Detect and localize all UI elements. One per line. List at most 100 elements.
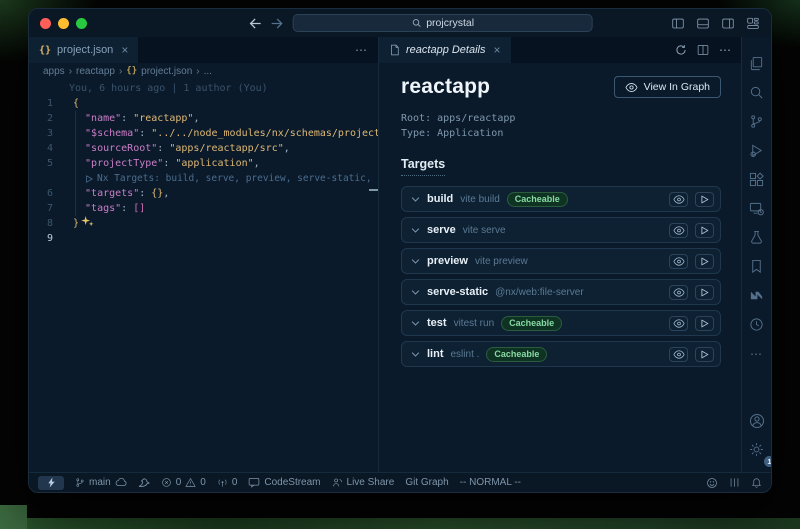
tab-project-json[interactable]: {} project.json ×: [29, 37, 139, 63]
code-line: 1{: [29, 96, 378, 111]
target-command: vite preview: [475, 256, 528, 267]
view-in-graph-button[interactable]: View In Graph: [614, 76, 721, 98]
cloud-sync-icon: [115, 478, 127, 487]
remote-indicator[interactable]: [38, 476, 64, 490]
target-row[interactable]: buildvite buildCacheable: [401, 186, 721, 212]
line-number: [29, 81, 65, 96]
target-command: @nx/web:file-server: [495, 287, 584, 298]
bookmarks-icon[interactable]: [742, 252, 771, 281]
zoom-window-button[interactable]: [76, 18, 87, 29]
target-row[interactable]: servevite serve: [401, 217, 721, 243]
run-target-button[interactable]: [695, 254, 714, 269]
toggle-panel-icon[interactable]: [696, 17, 710, 30]
view-target-button[interactable]: [669, 285, 688, 300]
settings-gear-icon[interactable]: 1: [742, 435, 771, 464]
problems-status[interactable]: 0 0: [161, 477, 206, 488]
command-center-search[interactable]: projcrystal: [293, 14, 593, 32]
columns-icon[interactable]: [729, 477, 740, 488]
split-editor-icon[interactable]: [697, 44, 709, 56]
toggle-sidebar-icon[interactable]: [671, 17, 685, 30]
close-tab-icon[interactable]: ×: [121, 43, 128, 57]
search-icon: [411, 18, 421, 28]
search-icon[interactable]: [742, 78, 771, 107]
tab-reactapp-details[interactable]: reactapp Details ×: [379, 37, 512, 63]
cacheable-badge: Cacheable: [501, 316, 562, 331]
chevron-down-icon[interactable]: [411, 320, 420, 327]
chevron-down-icon[interactable]: [411, 289, 420, 296]
desktop-wallpaper: projcrystal {} project.json × ⋯: [0, 0, 800, 529]
codelens-line[interactable]: Nx Targets: build, serve, preview, serve…: [29, 171, 378, 186]
ports-status[interactable]: 0: [217, 477, 238, 488]
code-editor[interactable]: You, 6 hours ago | 1 author (You)1{2 "na…: [29, 79, 378, 472]
breadcrumb-item[interactable]: reactapp: [76, 66, 115, 77]
project-root: Root: apps/reactapp: [401, 111, 729, 126]
close-tab-icon[interactable]: ×: [494, 43, 501, 57]
target-row[interactable]: testvitest runCacheable: [401, 310, 721, 336]
eye-icon: [625, 82, 638, 93]
tab-label: project.json: [57, 44, 113, 56]
code-line: 4 "sourceRoot": "apps/reactapp/src",: [29, 141, 378, 156]
view-target-button[interactable]: [669, 254, 688, 269]
customize-layout-icon[interactable]: [746, 17, 760, 30]
breadcrumb: apps › reactapp › {} project.json › ...: [29, 63, 378, 79]
run-target-button[interactable]: [695, 192, 714, 207]
view-target-button[interactable]: [669, 192, 688, 207]
live-share-status[interactable]: Live Share: [332, 477, 395, 488]
play-icon: [700, 257, 709, 266]
more-views-icon[interactable]: ⋯: [742, 339, 771, 368]
eye-icon: [673, 350, 685, 359]
nav-forward-icon[interactable]: [271, 18, 284, 29]
chevron-down-icon[interactable]: [411, 258, 420, 265]
project-title: reactapp: [401, 75, 490, 99]
breadcrumb-item[interactable]: ...: [204, 66, 212, 77]
target-row[interactable]: linteslint .Cacheable: [401, 341, 721, 367]
close-window-button[interactable]: [40, 18, 51, 29]
nav-back-icon[interactable]: [249, 18, 262, 29]
extensions-icon[interactable]: [742, 165, 771, 194]
chevron-down-icon[interactable]: [411, 351, 420, 358]
chevron-down-icon[interactable]: [411, 196, 420, 203]
run-target-button[interactable]: [695, 316, 714, 331]
target-row[interactable]: serve-static@nx/web:file-server: [401, 279, 721, 305]
antenna-icon: [217, 477, 228, 488]
git-branch-status[interactable]: main: [75, 477, 127, 488]
chevron-down-icon[interactable]: [411, 227, 420, 234]
run-debug-icon[interactable]: [742, 136, 771, 165]
line-number: 9: [29, 231, 65, 246]
refresh-icon[interactable]: [675, 44, 687, 56]
toggle-secondary-sidebar-icon[interactable]: [721, 17, 735, 30]
cacheable-badge: Cacheable: [486, 347, 547, 362]
codestream-status[interactable]: CodeStream: [248, 477, 320, 488]
target-row[interactable]: previewvite preview: [401, 248, 721, 274]
run-target-button[interactable]: [695, 223, 714, 238]
bell-icon[interactable]: [751, 477, 762, 489]
wallpaper-bottom-strip: [0, 518, 800, 529]
testing-beaker-icon[interactable]: [742, 223, 771, 252]
tab-bar-left: {} project.json × ⋯: [29, 37, 378, 63]
view-target-button[interactable]: [669, 347, 688, 362]
play-icon: [700, 319, 709, 328]
line-number: 7: [29, 201, 65, 216]
more-actions-icon[interactable]: ⋯: [719, 43, 731, 57]
view-target-button[interactable]: [669, 223, 688, 238]
view-target-button[interactable]: [669, 316, 688, 331]
git-graph-status[interactable]: Git Graph: [405, 477, 448, 488]
breadcrumb-item[interactable]: apps: [43, 66, 65, 77]
tab-bar-right: reactapp Details × ⋯: [379, 37, 741, 63]
source-control-icon[interactable]: [742, 107, 771, 136]
breadcrumb-item[interactable]: project.json: [141, 66, 192, 77]
explorer-icon[interactable]: [742, 49, 771, 78]
minimize-window-button[interactable]: [58, 18, 69, 29]
line-number: 6: [29, 186, 65, 201]
code-line-content: [65, 231, 73, 246]
feedback-smiley-icon[interactable]: [706, 477, 718, 489]
nx-console-icon[interactable]: [742, 281, 771, 310]
run-target-button[interactable]: [695, 347, 714, 362]
remote-explorer-icon[interactable]: [742, 194, 771, 223]
run-target-button[interactable]: [695, 285, 714, 300]
code-line: 3 "$schema": "../../node_modules/nx/sche…: [29, 126, 378, 141]
history-clock-icon[interactable]: [742, 310, 771, 339]
account-icon[interactable]: [742, 406, 771, 435]
bird-icon[interactable]: [138, 478, 150, 488]
editor-actions-more[interactable]: ⋯: [345, 43, 378, 57]
